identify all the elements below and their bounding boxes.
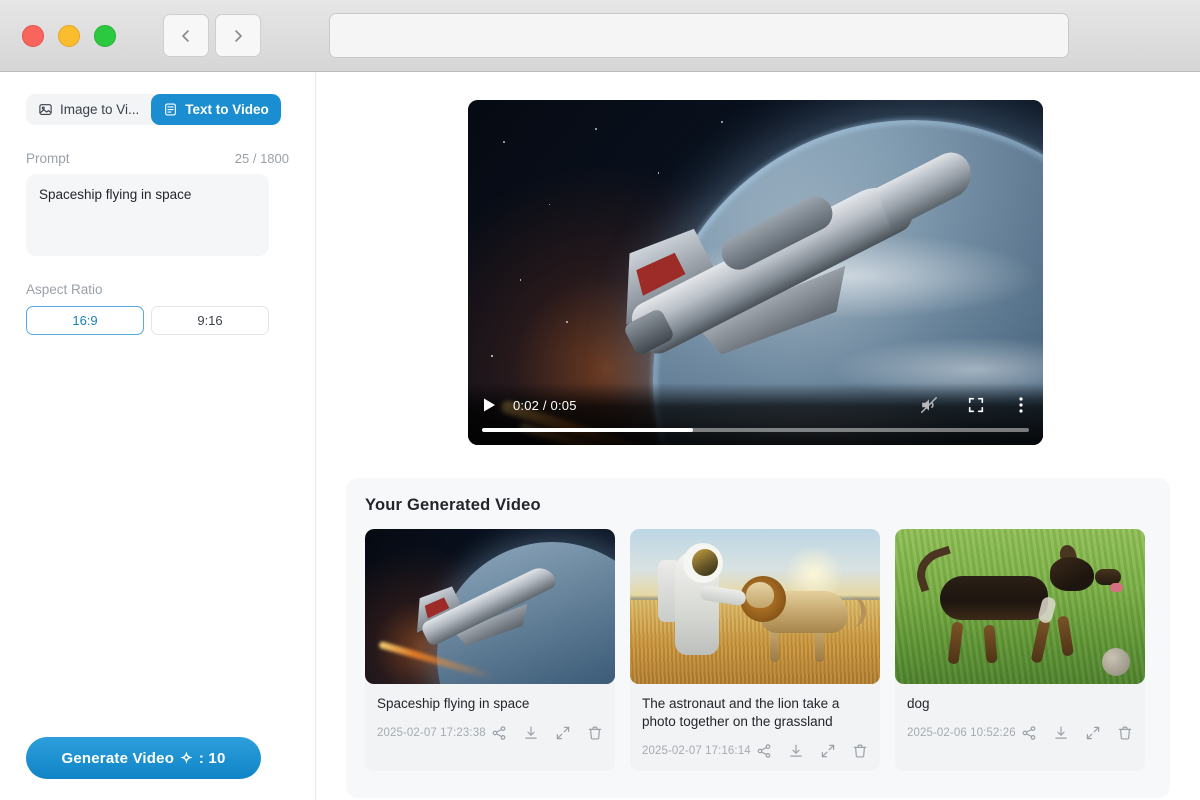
video-thumbnail-astronaut-lion[interactable] (630, 529, 880, 684)
sidebar-panel: Image to Vi... Text to Video Prompt 25 /… (0, 72, 316, 800)
gallery-card-body: The astronaut and the lion take a photo … (630, 684, 880, 771)
expand-icon[interactable] (555, 725, 571, 741)
main-panel: 0:02 / 0:05 (316, 72, 1200, 800)
gallery-card-meta: 2025-02-07 17:23:38 (377, 725, 603, 741)
mode-switch: Image to Vi... Text to Video (26, 94, 281, 125)
thumb-dog-head (1050, 557, 1094, 591)
video-progress-bar[interactable] (482, 428, 1029, 432)
download-icon[interactable] (523, 725, 539, 741)
aspect-ratio-16-9[interactable]: 16:9 (26, 306, 144, 335)
gallery-title: Your Generated Video (365, 496, 1151, 515)
window-close-button[interactable] (22, 25, 44, 47)
app-root: Image to Vi... Text to Video Prompt 25 /… (0, 72, 1200, 800)
gallery-card-title: The astronaut and the lion take a photo … (642, 695, 868, 731)
tab-text-to-video[interactable]: Text to Video (151, 94, 281, 125)
tab-text-to-video-label: Text to Video (185, 102, 269, 117)
video-controls-bar: 0:02 / 0:05 (468, 383, 1043, 445)
gallery-card-date: 2025-02-07 17:16:14 (642, 745, 751, 757)
navigation-buttons (163, 14, 261, 57)
delete-icon[interactable] (1117, 725, 1133, 741)
gallery-card[interactable]: dog 2025-02-06 10:52:26 (895, 529, 1145, 771)
video-time-display: 0:02 / 0:05 (513, 398, 577, 413)
delete-icon[interactable] (852, 743, 868, 759)
thumb-lion-head (746, 582, 774, 608)
share-icon[interactable] (756, 743, 772, 759)
chevron-left-icon (178, 28, 194, 44)
thumb-ball (1102, 648, 1130, 676)
text-document-icon (163, 102, 178, 117)
download-icon[interactable] (788, 743, 804, 759)
gallery-card-meta: 2025-02-07 17:16:14 (642, 743, 868, 759)
prompt-label: Prompt (26, 151, 70, 166)
window-minimize-button[interactable] (58, 25, 80, 47)
video-progress-fill (482, 428, 693, 432)
gallery-card-date: 2025-02-07 17:23:38 (377, 727, 486, 739)
aspect-ratio-options: 16:9 9:16 (26, 306, 289, 335)
fullscreen-button[interactable] (967, 396, 985, 414)
browser-chrome (0, 0, 1200, 72)
volume-muted-icon (919, 395, 939, 415)
gallery-card-meta: 2025-02-06 10:52:26 (907, 725, 1133, 741)
thumb-lion-leg (815, 628, 824, 662)
gallery-card-actions (491, 725, 603, 741)
image-icon (38, 102, 53, 117)
expand-icon[interactable] (820, 743, 836, 759)
video-thumbnail-spaceship[interactable] (365, 529, 615, 684)
share-icon[interactable] (1021, 725, 1037, 741)
gallery-card[interactable]: Spaceship flying in space 2025-02-07 17:… (365, 529, 615, 771)
gallery-card[interactable]: The astronaut and the lion take a photo … (630, 529, 880, 771)
thumb-dog-tongue (1110, 583, 1123, 592)
share-icon[interactable] (491, 725, 507, 741)
sparkle-icon: ✧ (180, 749, 193, 767)
thumb-dog-leg (1057, 615, 1074, 656)
back-button[interactable] (163, 14, 209, 57)
tab-image-to-video-label: Image to Vi... (60, 102, 139, 117)
thumb-dog-body (940, 576, 1048, 620)
chevron-right-icon (230, 28, 246, 44)
kebab-menu-icon (1013, 396, 1029, 414)
aspect-ratio-label: Aspect Ratio (26, 282, 289, 297)
gallery-card-title: Spaceship flying in space (377, 695, 603, 713)
gallery-card-title: dog (907, 695, 1133, 713)
play-icon (482, 397, 497, 413)
expand-icon[interactable] (1085, 725, 1101, 741)
video-controls-row: 0:02 / 0:05 (482, 392, 1029, 418)
video-player[interactable]: 0:02 / 0:05 (468, 100, 1043, 445)
gallery-card-list: Spaceship flying in space 2025-02-07 17:… (365, 529, 1151, 771)
more-options-button[interactable] (1013, 396, 1029, 414)
video-thumbnail-dog[interactable] (895, 529, 1145, 684)
generate-video-button[interactable]: Generate Video ✧ : 10 (26, 737, 261, 779)
prompt-label-row: Prompt 25 / 1800 (26, 151, 289, 166)
thumb-lion-leg (770, 628, 779, 662)
gallery-card-actions (756, 743, 868, 759)
prompt-input[interactable]: Spaceship flying in space (26, 174, 269, 256)
aspect-ratio-9-16[interactable]: 9:16 (151, 306, 269, 335)
fullscreen-icon (967, 396, 985, 414)
forward-button[interactable] (215, 14, 261, 57)
thumb-dog-leg (947, 621, 963, 664)
gallery-card-date: 2025-02-06 10:52:26 (907, 727, 1016, 739)
window-maximize-button[interactable] (94, 25, 116, 47)
delete-icon[interactable] (587, 725, 603, 741)
url-input[interactable] (329, 13, 1069, 58)
thumb-astronaut-visor (692, 549, 718, 576)
mute-button[interactable] (919, 395, 939, 415)
tab-image-to-video[interactable]: Image to Vi... (26, 94, 151, 125)
thumb-dog-leg (1031, 618, 1051, 663)
gallery-card-body: Spaceship flying in space 2025-02-07 17:… (365, 684, 615, 753)
gallery-card-body: dog 2025-02-06 10:52:26 (895, 684, 1145, 753)
prompt-char-counter: 25 / 1800 (235, 151, 289, 166)
download-icon[interactable] (1053, 725, 1069, 741)
generate-video-label: Generate Video (61, 750, 174, 767)
traffic-lights (22, 25, 116, 47)
generate-video-cost: : 10 (199, 750, 226, 767)
thumb-dog-leg (983, 625, 997, 664)
gallery-card-actions (1021, 725, 1133, 741)
play-button[interactable] (482, 397, 497, 413)
generated-videos-panel: Your Generated Video (346, 478, 1170, 798)
